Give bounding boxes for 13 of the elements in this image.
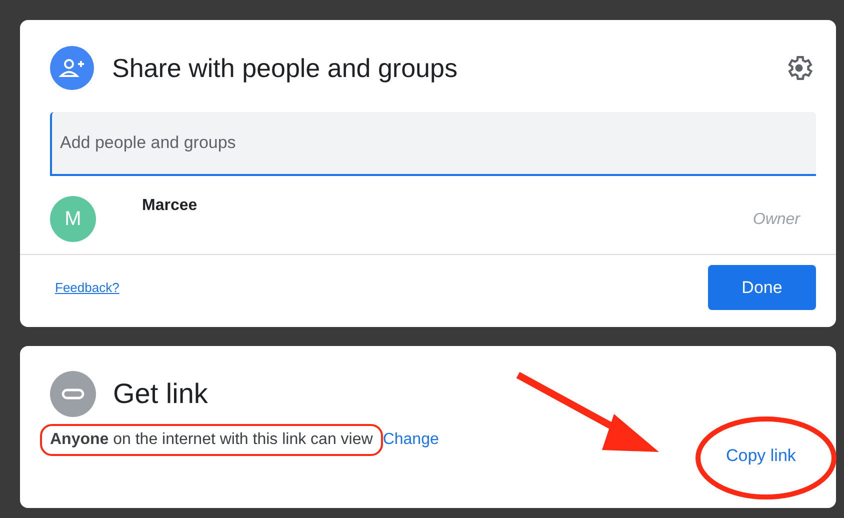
dialog-title: Get link bbox=[113, 378, 208, 410]
add-people-field[interactable]: Add people and groups bbox=[50, 112, 816, 176]
done-button[interactable]: Done bbox=[708, 265, 816, 310]
copy-link-button[interactable]: Copy link bbox=[726, 446, 796, 466]
person-role: Owner bbox=[752, 211, 800, 229]
link-icon bbox=[50, 371, 96, 417]
change-link[interactable]: Change bbox=[382, 431, 439, 449]
feedback-link[interactable]: Feedback? bbox=[55, 280, 120, 295]
access-text: Anyone on the internet with this link can view bbox=[50, 431, 373, 448]
person-name: Marcee bbox=[142, 197, 198, 215]
add-person-icon bbox=[50, 46, 94, 90]
avatar: M bbox=[50, 196, 96, 242]
dialog-title: Share with people and groups bbox=[112, 52, 458, 84]
